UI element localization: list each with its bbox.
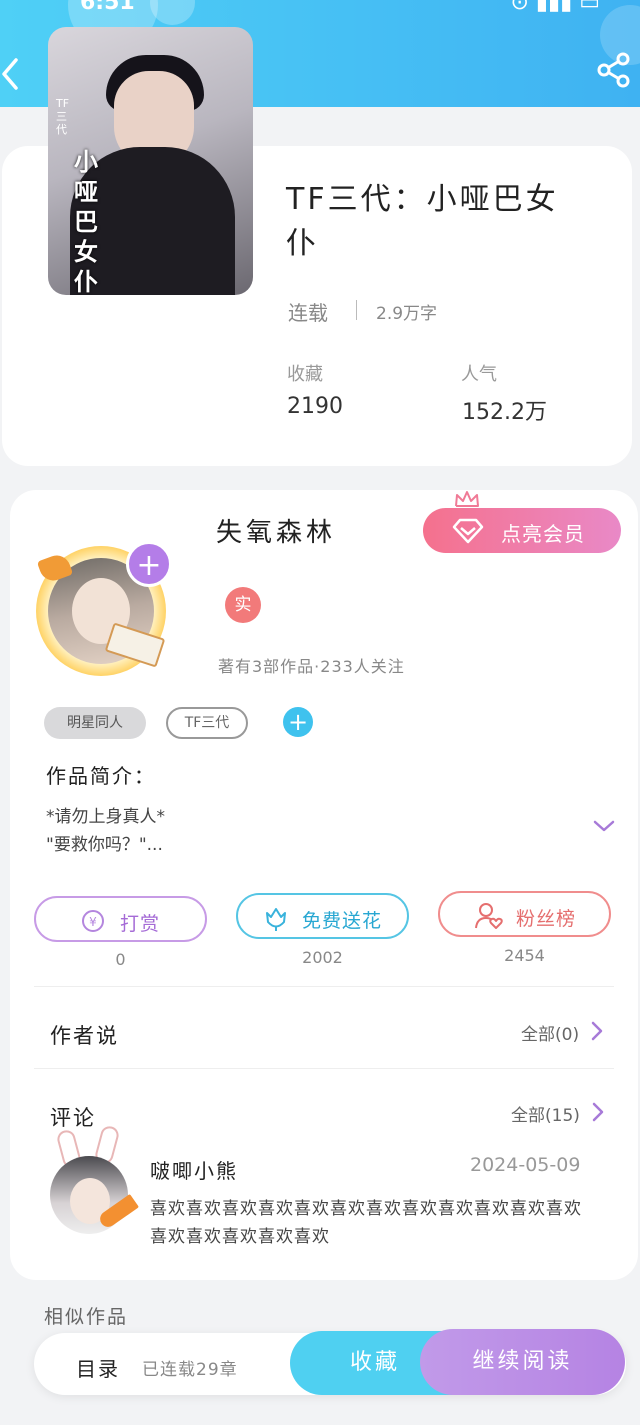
commenter-name[interactable]: 啵唧小熊 [150,1155,238,1184]
collect-count-label: 收藏 [287,364,323,385]
user-heart-icon [475,903,503,929]
author-says-all-link[interactable]: 全部(0) [521,1020,603,1045]
follow-button[interactable]: + [126,541,172,587]
yen-circle-icon: ¥ [82,910,104,932]
crown-icon [455,491,479,507]
comments-all-label: 全部(15) [511,1106,580,1126]
book-cover[interactable]: TF三代 小哑巴女仆 [48,27,253,295]
chevron-left-icon [2,58,18,90]
status-icons: ⊙ ▮▮▮ ▭ [510,0,600,15]
author-stats: 著有3部作品·233人关注 [218,657,405,676]
divider [34,1068,614,1069]
chevron-down-icon[interactable] [592,818,616,834]
word-count: 2.9万字 [376,304,438,324]
comment-text: 喜欢喜欢喜欢喜欢喜欢喜欢喜欢喜欢喜欢喜欢喜欢喜欢喜欢喜欢喜欢喜欢喜欢 [150,1199,582,1247]
divider [356,300,357,320]
comments-all-link[interactable]: 全部(15) [511,1101,604,1126]
decor-bubble [150,0,195,25]
divider [34,986,614,987]
similar-works-title: 相似作品 [44,1306,129,1328]
popularity-count: 152.2万 [462,400,547,425]
comments-title: 评论 [50,1106,96,1130]
cover-subtitle: TF三代 [56,97,70,136]
reward-button[interactable]: ¥ 打赏 [34,896,207,942]
reward-label: 打赏 [120,913,161,935]
reward-count: 0 [115,950,126,969]
send-flower-button[interactable]: 免费送花 [236,893,409,939]
vip-button[interactable]: 点亮会员 [423,508,621,553]
chapter-count: 已连载29章 [142,1360,238,1380]
diamond-icon [452,518,484,544]
cover-title: 小哑巴女仆 [74,147,98,295]
popularity-label: 人气 [461,364,497,385]
share-icon [597,52,630,88]
flower-count: 2002 [302,948,343,967]
author-says-title: 作者说 [50,1024,119,1048]
chevron-right-icon [591,1021,603,1041]
comment-date: 2024-05-09 [470,1154,581,1176]
intro-line: "要救你吗？"... [46,835,163,855]
author-says-all-label: 全部(0) [521,1025,580,1045]
add-tag-button[interactable]: + [283,707,313,737]
continue-reading-button[interactable]: 继续阅读 [420,1329,625,1395]
verified-badge: 实 [225,587,261,623]
tag-chip[interactable]: TF三代 [166,707,248,739]
flower-icon [266,908,286,931]
collect-count: 2190 [287,394,343,419]
back-button[interactable] [0,56,30,92]
book-title: TF三代：小哑巴女仆 [286,182,559,261]
fan-ranking-button[interactable]: 粉丝榜 [438,891,611,937]
book-status: 连载 [288,301,328,325]
tag-chip[interactable]: 明星同人 [44,707,146,739]
toc-button[interactable]: 目录 [76,1353,120,1382]
share-button[interactable] [596,52,632,88]
intro-text: *请勿上身真人* "要救你吗？"... [46,803,165,859]
status-time: 6:51 [80,0,135,15]
send-flower-label: 免费送花 [302,910,383,932]
fan-ranking-label: 粉丝榜 [516,908,577,930]
intro-line: *请勿上身真人* [46,807,165,827]
svg-text:¥: ¥ [89,915,97,929]
vip-label: 点亮会员 [501,522,585,546]
fans-count: 2454 [504,946,545,965]
intro-title: 作品简介： [46,764,156,788]
chevron-right-icon [592,1102,604,1122]
author-name[interactable]: 失氧森林 [216,512,336,549]
